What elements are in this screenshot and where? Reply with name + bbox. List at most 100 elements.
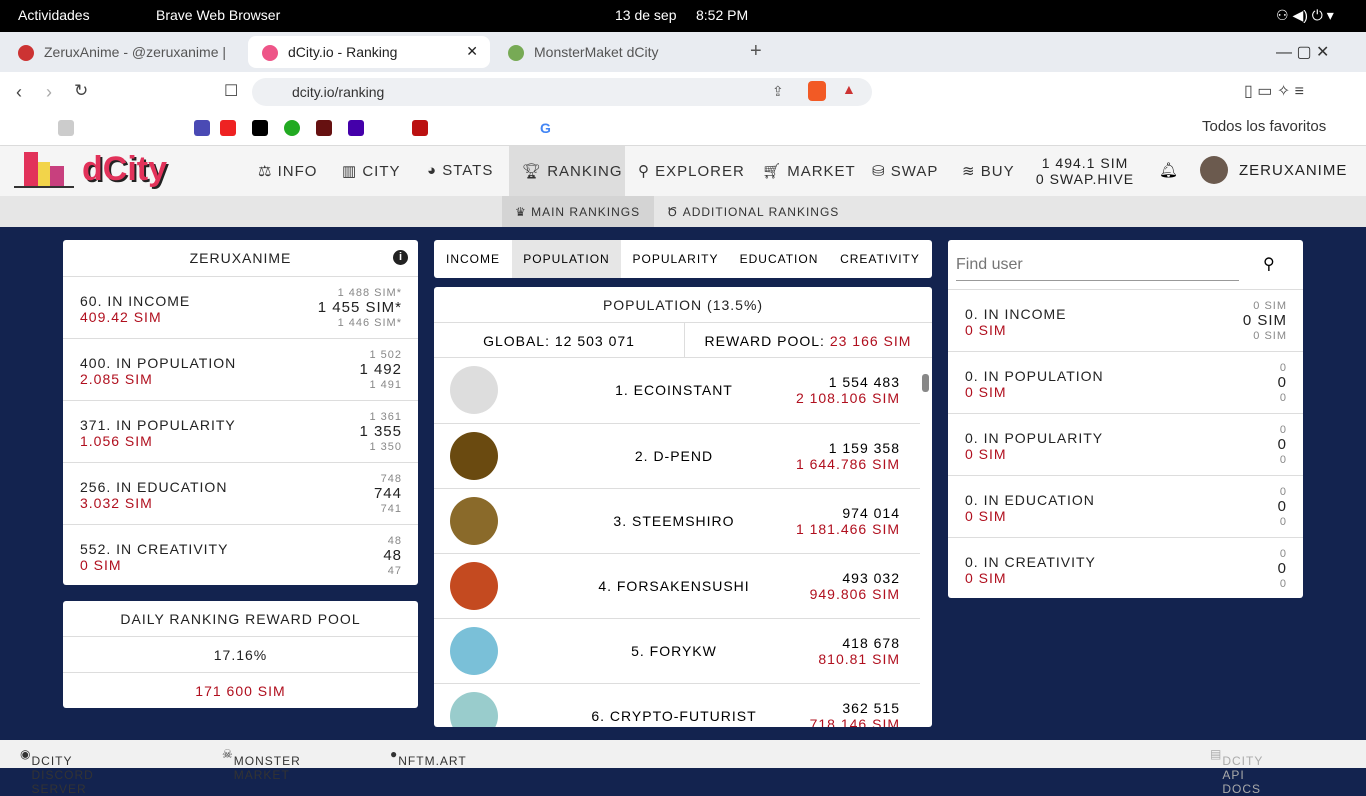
tab-strip: ZeruxAnime - @zeruxanime | dCity.io - Ra… [0, 32, 1366, 72]
ranking-entry[interactable]: 3. STEEMSHIRO 974 014 1 181.466 SIM [434, 488, 920, 553]
value-above: 1 488 SIM* [337, 287, 402, 299]
dcity-logo[interactable]: dCity [82, 150, 167, 189]
nav-buy[interactable]: ≋ BUY [962, 146, 1015, 196]
entry-reward: 949.806 SIM [809, 586, 900, 602]
kahoot-icon[interactable] [348, 120, 364, 136]
window-controls[interactable]: — ▢ ✕ [1276, 42, 1329, 62]
rank-reward: 0 SIM [965, 508, 1007, 524]
browser-menu-icons[interactable]: ▯ ▭ ✧ ≡ [1244, 81, 1304, 101]
nav-explorer[interactable]: ⚲ EXPLORER [638, 146, 745, 196]
rank-label: 256. IN EDUCATION [80, 479, 228, 495]
youtube-icon[interactable] [220, 120, 236, 136]
reward-pool-title: DAILY RANKING REWARD POOL [120, 611, 361, 627]
check-icon[interactable] [284, 120, 300, 136]
bookmark-icon[interactable] [194, 120, 210, 136]
activities-button[interactable]: Actividades [18, 7, 90, 23]
tab-monstermarket[interactable]: MonsterMaket dCity [494, 36, 734, 68]
date: 13 de sep [615, 7, 677, 23]
wallet-balance[interactable]: 1 494.1 SIM 0 SWAP.HIVE [1030, 155, 1140, 187]
nav-ranking[interactable]: 🏆︎ RANKING [509, 146, 625, 196]
all-bookmarks[interactable]: Todos los favoritos [1202, 118, 1326, 135]
value-below: 47 [387, 565, 402, 577]
entry-reward: 718.146 SIM [809, 716, 900, 727]
ranking-entry[interactable]: 2. D-PEND 1 159 358 1 644.786 SIM [434, 423, 920, 488]
value-below: 741 [380, 503, 402, 515]
bookmark-icon[interactable]: ☐ [224, 81, 238, 101]
system-tray-icons[interactable]: ⚇ ◀) ⏻ ▾ [1276, 7, 1334, 24]
ranking-entry[interactable]: 6. CRYPTO-FUTURIST 362 515 718.146 SIM [434, 683, 920, 727]
bell-icon[interactable]: 🔔︎ [1159, 161, 1178, 179]
subnav-main-rankings[interactable]: ♛ MAIN RANKINGS [502, 196, 654, 227]
tab-creativity[interactable]: CREATIVITY [828, 252, 932, 266]
search-icon[interactable]: ⚲ [1263, 254, 1275, 274]
tiktok-icon[interactable] [252, 120, 268, 136]
find-user-input[interactable] [956, 250, 1239, 281]
back-icon[interactable]: ‹ [16, 82, 22, 103]
rank-row: 0. IN EDUCATION 0 SIM 0 0 0 [948, 475, 1303, 537]
rank-value: 0 [1277, 498, 1287, 515]
google-icon[interactable]: G [540, 120, 556, 136]
rank-label: 0. IN INCOME [965, 306, 1067, 322]
nav-market[interactable]: 🛒︎ MARKET [762, 146, 856, 196]
rank-row: 0. IN INCOME 0 SIM 0 SIM 0 SIM 0 SIM [948, 289, 1303, 351]
subnav-additional-rankings[interactable]: Ծ ADDITIONAL RANKINGS [667, 196, 839, 227]
tab-income[interactable]: INCOME [434, 252, 512, 266]
tab-zeruxanime[interactable]: ZeruxAnime - @zeruxanime | [4, 36, 244, 68]
username[interactable]: ZERUXANIME [1239, 162, 1347, 179]
rank-row: 371. IN POPULARITY 1.056 SIM 1 361 1 355… [63, 400, 418, 462]
nav-stats[interactable]: ◕ STATS [427, 146, 493, 196]
reload-icon[interactable]: ↻ [74, 81, 88, 101]
rank-value: 1 355 [359, 423, 402, 440]
brave-shields-icon[interactable] [808, 81, 826, 101]
tab-popularity[interactable]: POPULARITY [621, 252, 730, 266]
favicon-icon [18, 45, 34, 61]
folder-icon[interactable] [58, 120, 74, 136]
tab-education[interactable]: EDUCATION [730, 252, 828, 266]
share-icon[interactable]: ⇪ [772, 83, 784, 100]
entry-value: 362 515 [842, 700, 900, 716]
rank-row: 60. IN INCOME 409.42 SIM 1 488 SIM* 1 45… [63, 276, 418, 338]
tab-dcity-ranking[interactable]: dCity.io - Ranking ✕ [248, 36, 490, 68]
ranking-tabs: INCOME POPULATION POPULARITY EDUCATION C… [434, 240, 932, 278]
rank-reward: 0 SIM [80, 557, 122, 573]
ranking-subnav: ♛ MAIN RANKINGS Ծ ADDITIONAL RANKINGS [0, 196, 1366, 227]
forward-icon[interactable]: › [46, 82, 52, 103]
entry-name: 5. FORYKW [631, 643, 717, 659]
ranking-entry[interactable]: 4. FORSAKENSUSHI 493 032 949.806 SIM [434, 553, 920, 618]
ranking-entry[interactable]: 5. FORYKW 418 678 810.81 SIM [434, 618, 920, 683]
monster-market-link[interactable]: ☠ MONSTER MARKET [222, 747, 300, 782]
bookmark-icon[interactable] [316, 120, 332, 136]
reward-pool-amount: 171 600 SIM [195, 683, 286, 699]
rank-row: 0. IN POPULARITY 0 SIM 0 0 0 [948, 413, 1303, 475]
value-above: 1 502 [369, 349, 402, 361]
reward-pool-card: DAILY RANKING REWARD POOL 17.16% 171 600… [63, 601, 418, 708]
close-tab-icon[interactable]: ✕ [466, 43, 478, 60]
url-text: dcity.io/ranking [292, 84, 385, 100]
new-tab-icon[interactable]: + [750, 40, 762, 63]
rank-label: 371. IN POPULARITY [80, 417, 236, 433]
tab-population[interactable]: POPULATION [512, 240, 621, 278]
time: 8:52 PM [696, 7, 749, 23]
discord-link[interactable]: ◉ DCITY DISCORD SERVER [20, 747, 93, 796]
scrollbar[interactable] [922, 374, 929, 392]
nav-info[interactable]: ⚖ INFO [258, 146, 317, 196]
favicon-icon [508, 45, 524, 61]
address-bar[interactable]: dcity.io/ranking ⇪ ▲ [252, 78, 872, 106]
entry-value: 493 032 [842, 570, 900, 586]
brave-rewards-icon[interactable]: ▲ [842, 81, 856, 97]
entry-reward: 2 108.106 SIM [795, 390, 900, 406]
rank-reward: 1.056 SIM [80, 433, 153, 449]
info-icon[interactable]: i [393, 250, 408, 265]
reward-pool-percent: 17.16% [213, 647, 268, 663]
nftm-link[interactable]: ● NFTM.ART [390, 747, 466, 768]
nav-swap[interactable]: ⛁ SWAP [872, 146, 938, 196]
global-total: GLOBAL: 12 503 071 [483, 333, 635, 349]
ranking-entry[interactable]: 1. ECOINSTANT 1 554 483 2 108.106 SIM [434, 358, 920, 423]
nav-city[interactable]: ▥ CITY [342, 146, 401, 196]
avatar[interactable] [1200, 156, 1228, 184]
rank-label: 0. IN POPULARITY [965, 430, 1104, 446]
api-docs-link[interactable]: ▤ DCITY API DOCS [1210, 747, 1262, 796]
bookmark-icon[interactable] [412, 120, 428, 136]
value-below: 0 [1279, 578, 1287, 590]
rank-reward: 0 SIM [965, 384, 1007, 400]
